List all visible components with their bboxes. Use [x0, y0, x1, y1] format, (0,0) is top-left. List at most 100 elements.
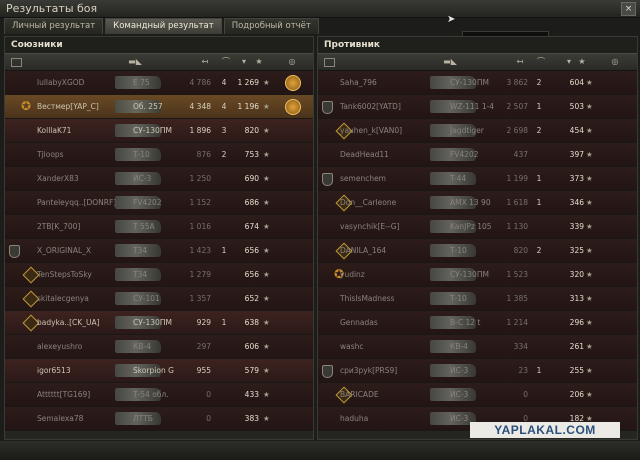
star-icon: ★: [586, 318, 593, 327]
tank-name: Skorpion G: [133, 366, 174, 375]
player-row[interactable]: Atttttt[TG169] Т-54 обл. 0 433 ★: [5, 383, 313, 407]
achievement-column-icon[interactable]: ◎: [285, 57, 299, 67]
player-name: igor6513: [37, 366, 71, 375]
player-row[interactable]: skitalecgenya СУ-101 1 357 652 ★: [5, 287, 313, 311]
damage-value: 1 214: [506, 318, 528, 327]
player-name: Semalexa78: [37, 414, 84, 423]
star-icon: ★: [263, 198, 270, 207]
tank-name: B-C 12 t: [450, 318, 481, 327]
kills-value: 2: [536, 126, 542, 135]
damage-value: 1 523: [506, 270, 528, 279]
damage-value: 0: [206, 414, 211, 423]
player-name: semenchem: [340, 174, 386, 183]
player-row[interactable]: Tank6002[YATD] WZ-111 1-4 2 507 1 503 ★: [318, 95, 637, 119]
player-name: DeadHead11: [340, 150, 389, 159]
star-icon: ★: [263, 126, 270, 135]
damage-value: 955: [196, 366, 211, 375]
star-icon: ★: [263, 222, 270, 231]
tank-name: СУ-130ПМ: [133, 318, 172, 327]
close-button[interactable]: ×: [621, 2, 636, 16]
player-row[interactable]: badyka..[CK_UA] СУ-130ПМ 929 1 638 ★: [5, 311, 313, 335]
star-icon: ★: [263, 414, 270, 423]
damage-column-icon[interactable]: ↤: [514, 57, 526, 67]
player-row[interactable]: lullabyXGOD E 75 4 786 4 1 269 ★: [5, 71, 313, 95]
tank-name: КВ-4: [450, 342, 468, 351]
player-row[interactable]: Tjloops Т-10 876 2 753 ★: [5, 143, 313, 167]
player-name: XanderX83: [37, 174, 79, 183]
tab-detailed-report[interactable]: Подробный отчёт: [223, 18, 319, 34]
squad-column-icon[interactable]: [324, 58, 335, 67]
player-name: Saha_796: [340, 78, 377, 87]
xp-value: 820: [244, 126, 259, 135]
damage-column-icon[interactable]: ↤: [199, 57, 211, 67]
allies-table-header: ▬◣ ↤ ⌒ ▾ ★ ◎: [5, 53, 313, 71]
kills-value: 4: [221, 78, 227, 87]
damage-value: 23: [518, 366, 528, 375]
xp-value: 1 269: [237, 78, 259, 87]
enemies-table-header: ▬◣ ↤ ⌒ ▾ ★ ◎: [318, 53, 637, 71]
player-row[interactable]: DeadHead11 FV4202 437 397 ★: [318, 143, 637, 167]
damage-value: 929: [196, 318, 211, 327]
player-row[interactable]: 2TB[K_700] T 55A 1 016 674 ★: [5, 215, 313, 239]
tab-team-result[interactable]: Командный результат: [105, 18, 222, 34]
player-row[interactable]: KolllaK71 СУ-130ПМ 1 896 3 820 ★: [5, 119, 313, 143]
damage-value: 2 698: [506, 126, 528, 135]
xp-value: 454: [569, 126, 584, 135]
tank-column-icon[interactable]: ▬◣: [436, 57, 464, 67]
player-row[interactable]: TenStepsToSky T34 1 279 656 ★: [5, 263, 313, 287]
player-name: DANILA_164: [340, 246, 387, 255]
damage-value: 3 862: [506, 78, 528, 87]
player-name: haduha: [340, 414, 369, 423]
tank-column-icon[interactable]: ▬◣: [121, 57, 149, 67]
player-row[interactable]: vasynchik[E--G] KanJPz 105 1 130 339 ★: [318, 215, 637, 239]
platoon-icon: ✪: [21, 99, 32, 113]
star-icon: ★: [586, 366, 593, 375]
player-row[interactable]: ✪ Вестмер[YAP_C] Об. 257 4 348 4 1 196 ★: [5, 95, 313, 119]
xp-value: 503: [569, 102, 584, 111]
kills-column-icon[interactable]: ⌒: [219, 57, 233, 67]
player-row[interactable]: DANILA_164 Т-10 820 2 325 ★: [318, 239, 637, 263]
player-name: yauhen_k[VAN0]: [340, 126, 403, 135]
player-row[interactable]: BARICADE ИС-3 0 206 ★: [318, 383, 637, 407]
tab-bar: Личный результат Командный результат Под…: [4, 18, 321, 34]
damage-value: 2 507: [506, 102, 528, 111]
player-row[interactable]: Semalexa78 ЛТТБ 0 383 ★: [5, 407, 313, 431]
player-row[interactable]: yauhen_k[VAN0] Jagdtiger 2 698 2 454 ★: [318, 119, 637, 143]
player-row[interactable]: Panteleyqq..[DONRF] FV4202 1 152 686 ★: [5, 191, 313, 215]
xp-value: 296: [569, 318, 584, 327]
player-row[interactable]: semenchem T-44 1 199 1 373 ★: [318, 167, 637, 191]
tank-name: СУ-130ПМ: [133, 126, 172, 135]
player-name: Gennadas: [340, 318, 378, 327]
achievement-column-icon[interactable]: ◎: [608, 57, 622, 67]
player-row[interactable]: XanderX83 ИС-3 1 250 690 ★: [5, 167, 313, 191]
xp-column-icon[interactable]: ★: [576, 57, 588, 67]
kills-column-icon[interactable]: ⌒: [534, 57, 548, 67]
tank-name: AMX 13 90: [450, 198, 491, 207]
damage-value: 0: [206, 390, 211, 399]
player-row[interactable]: ThisIsMadness Т-10 1 385 313 ★: [318, 287, 637, 311]
player-row[interactable]: X_ORIGINAL_X T34 1 423 1 656 ★: [5, 239, 313, 263]
kills-value: 1: [536, 102, 542, 111]
enemies-rows: Saha_796 СУ-130ПМ 3 862 2 604 ★ Tank6002[YATD]…: [318, 71, 637, 431]
player-row[interactable]: washc КВ-4 334 261 ★: [318, 335, 637, 359]
xp-column-icon[interactable]: ★: [253, 57, 265, 67]
player-name: Tjloops: [37, 150, 64, 159]
player-row[interactable]: ✪ yudinz СУ-130ПМ 1 523 320 ★: [318, 263, 637, 287]
xp-value: 320: [569, 270, 584, 279]
squad-column-icon[interactable]: [11, 58, 22, 67]
player-row[interactable]: Saha_796 СУ-130ПМ 3 862 2 604 ★: [318, 71, 637, 95]
kills-value: 1: [221, 318, 227, 327]
kills-value: 3: [221, 126, 227, 135]
player-row[interactable]: Gennadas B-C 12 t 1 214 296 ★: [318, 311, 637, 335]
player-row[interactable]: сри3руk[PRS9] ИС-3 23 1 255 ★: [318, 359, 637, 383]
damage-value: 1 279: [189, 270, 211, 279]
allies-panel: Союзники ▬◣ ↤ ⌒ ▾ ★ ◎ lullabyXGOD E 75 4 7…: [4, 36, 314, 440]
star-icon: ★: [263, 246, 270, 255]
player-row[interactable]: igor6513 Skorpion G 955 579 ★: [5, 359, 313, 383]
tank-name: E 75: [133, 78, 150, 87]
tab-personal-result[interactable]: Личный результат: [4, 18, 104, 34]
xp-value: 686: [244, 198, 259, 207]
kills-value: 2: [536, 246, 542, 255]
player-row[interactable]: Don__Carleone AMX 13 90 1 618 1 346 ★: [318, 191, 637, 215]
player-row[interactable]: alexeyushro КВ-4 297 606 ★: [5, 335, 313, 359]
